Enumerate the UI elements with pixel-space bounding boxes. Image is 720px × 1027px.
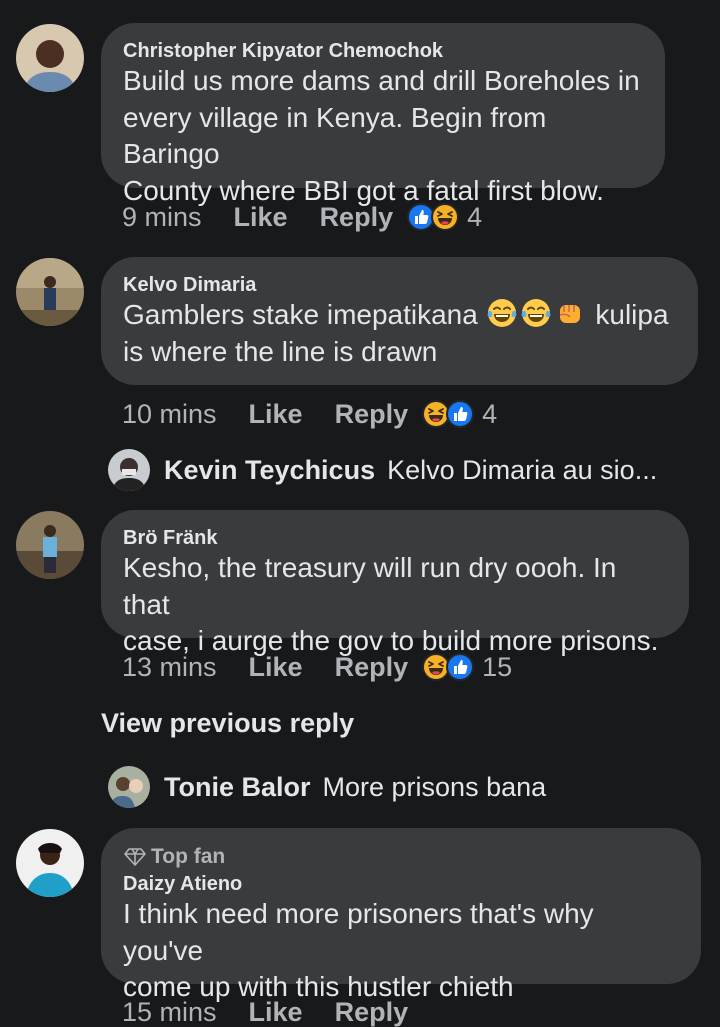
reaction-count[interactable]: 4 — [467, 202, 482, 233]
reactions[interactable] — [407, 203, 459, 231]
comment-text: Kesho, the treasury will run dry oooh. I… — [123, 552, 659, 656]
avatar[interactable] — [108, 766, 150, 808]
avatar[interactable] — [16, 511, 84, 579]
reply-preview[interactable]: Kevin Teychicus Kelvo Dimaria au sio... — [108, 449, 657, 491]
reply-author[interactable]: Kevin Teychicus — [164, 455, 375, 486]
avatar[interactable] — [108, 449, 150, 491]
comment-author[interactable]: Kelvo Dimaria — [123, 273, 676, 297]
like-icon — [446, 400, 474, 428]
reply-text: More prisons bana — [322, 771, 547, 802]
comment-bubble: Top fan Daizy Atieno I think need more p… — [101, 828, 701, 1002]
tears-of-joy-emoji — [520, 297, 552, 329]
comment-author[interactable]: Daizy Atieno — [123, 872, 679, 896]
avatar[interactable] — [16, 258, 84, 326]
comment-bubble: Brö Fränk Kesho, the treasury will run d… — [101, 510, 689, 656]
comment-time[interactable]: 10 mins — [122, 399, 217, 430]
reactions[interactable] — [422, 400, 474, 428]
reactions[interactable] — [422, 653, 474, 681]
reaction-count[interactable]: 4 — [482, 399, 497, 430]
reply-button[interactable]: Reply — [320, 202, 394, 233]
tears-of-joy-emoji — [486, 297, 518, 329]
comment-meta: 15 mins Like Reply — [122, 994, 408, 1027]
top-fan-badge: Top fan — [123, 844, 679, 870]
comment-time[interactable]: 13 mins — [122, 652, 217, 683]
comment-bubble: Christopher Kipyator Chemochok Build us … — [101, 23, 665, 206]
reply-button[interactable]: Reply — [335, 997, 409, 1027]
reply-button[interactable]: Reply — [335, 399, 409, 430]
comment-time[interactable]: 9 mins — [122, 202, 202, 233]
comment-author[interactable]: Christopher Kipyator Chemochok — [123, 39, 643, 63]
reply-button[interactable]: Reply — [335, 652, 409, 683]
reply-text: Kelvo Dimaria au sio... — [387, 454, 658, 485]
reply-preview[interactable]: Tonie Balor More prisons bana — [108, 766, 546, 808]
avatar[interactable] — [16, 24, 84, 92]
avatar[interactable] — [16, 829, 84, 897]
like-button[interactable]: Like — [249, 997, 303, 1027]
comment-meta: 9 mins Like Reply 4 — [122, 199, 482, 235]
comment-author[interactable]: Brö Fränk — [123, 526, 667, 550]
view-previous-reply-link[interactable]: View previous reply — [101, 708, 354, 739]
comment-text: Gamblers stake imepatikana kulipa is whe… — [123, 297, 669, 367]
reaction-count[interactable]: 15 — [482, 652, 512, 683]
like-icon — [446, 653, 474, 681]
like-button[interactable]: Like — [234, 202, 288, 233]
comment-time[interactable]: 15 mins — [122, 997, 217, 1027]
laugh-icon — [431, 203, 459, 231]
like-button[interactable]: Like — [249, 652, 303, 683]
comment-text: I think need more prisoners that's why y… — [123, 898, 594, 1002]
fist-emoji — [554, 297, 586, 329]
comment-meta: 10 mins Like Reply 4 — [122, 396, 497, 432]
like-button[interactable]: Like — [249, 399, 303, 430]
comment-meta: 13 mins Like Reply 15 — [122, 649, 512, 685]
diamond-icon — [123, 847, 147, 867]
comment-bubble: Kelvo Dimaria Gamblers stake imepatikana… — [101, 257, 698, 385]
reply-author[interactable]: Tonie Balor — [164, 772, 311, 803]
comment-text: Build us more dams and drill Boreholes i… — [123, 65, 640, 206]
